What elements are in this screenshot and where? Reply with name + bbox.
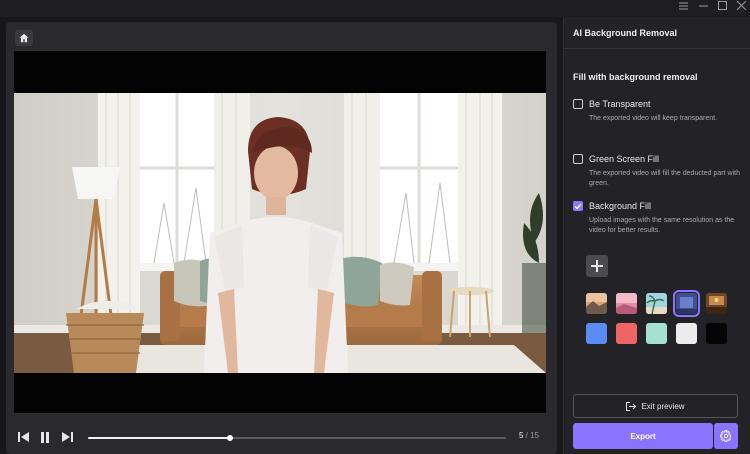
section-title: Fill with background removal — [573, 72, 698, 82]
background-swatch-pink-sky[interactable] — [616, 293, 637, 314]
close-icon[interactable] — [734, 0, 748, 15]
background-swatch-blue-room[interactable] — [673, 290, 700, 317]
option-background-fill[interactable]: Background Fill Upload images with the s… — [573, 201, 743, 236]
video-preview[interactable] — [14, 51, 546, 413]
playback-controls: 5 / 15 — [6, 427, 557, 447]
checkmark-icon — [574, 203, 582, 210]
export-settings-button[interactable] — [714, 423, 738, 449]
export-label: Export — [630, 431, 656, 441]
total-frames: / 15 — [525, 431, 539, 440]
current-frame: 5 — [518, 431, 524, 440]
maximize-icon[interactable] — [715, 1, 729, 15]
color-swatch-blue[interactable] — [586, 323, 607, 344]
panel-title: AI Background Removal — [564, 17, 750, 49]
video-player-panel: 5 / 15 — [6, 22, 557, 454]
home-button[interactable] — [15, 30, 33, 46]
option-label: Be Transparent — [589, 99, 651, 109]
title-bar — [0, 0, 750, 17]
exit-icon — [626, 401, 637, 411]
option-be-transparent[interactable]: Be Transparent The exported video will k… — [573, 99, 743, 124]
color-swatch-black[interactable] — [706, 323, 727, 344]
plus-icon — [591, 260, 603, 272]
option-description: The exported video will keep transparent… — [589, 115, 718, 122]
background-swatch-wooden-interior[interactable] — [706, 293, 727, 314]
exit-preview-label: Exit preview — [641, 401, 685, 411]
color-swatch-mint[interactable] — [646, 323, 667, 344]
option-green-screen-fill[interactable]: Green Screen Fill The exported video wil… — [573, 154, 743, 189]
gear-icon — [720, 430, 732, 442]
checkbox-be-transparent[interactable] — [573, 99, 583, 109]
exit-preview-button[interactable]: Exit preview — [573, 394, 738, 418]
menu-icon[interactable] — [676, 1, 690, 15]
add-background-button[interactable] — [586, 255, 608, 277]
option-description: The exported video will fill the deducte… — [589, 170, 740, 187]
checkbox-background-fill[interactable] — [573, 201, 583, 211]
minimize-icon[interactable] — [696, 1, 710, 15]
checkbox-green-screen-fill[interactable] — [573, 154, 583, 164]
background-swatch-beach-palm[interactable] — [646, 293, 667, 314]
progress-slider[interactable] — [88, 435, 506, 441]
color-swatch-red[interactable] — [616, 323, 637, 344]
progress-fill — [88, 437, 231, 439]
pause-icon[interactable] — [38, 430, 52, 444]
home-icon — [19, 33, 29, 43]
option-label: Background Fill — [589, 201, 652, 211]
export-button[interactable]: Export — [573, 423, 713, 449]
step-back-icon[interactable] — [16, 430, 30, 444]
option-description: Upload images with the same resolution a… — [589, 217, 735, 234]
frame-counter: 5 / 15 — [519, 431, 539, 440]
background-removal-panel: AI Background Removal Fill with backgrou… — [563, 17, 750, 454]
step-forward-icon[interactable] — [60, 430, 74, 444]
background-swatch-landscape-sunset[interactable] — [586, 293, 607, 314]
progress-thumb[interactable] — [227, 435, 234, 441]
color-swatch-white[interactable] — [676, 323, 697, 344]
option-label: Green Screen Fill — [589, 154, 660, 164]
video-frame — [14, 93, 546, 373]
